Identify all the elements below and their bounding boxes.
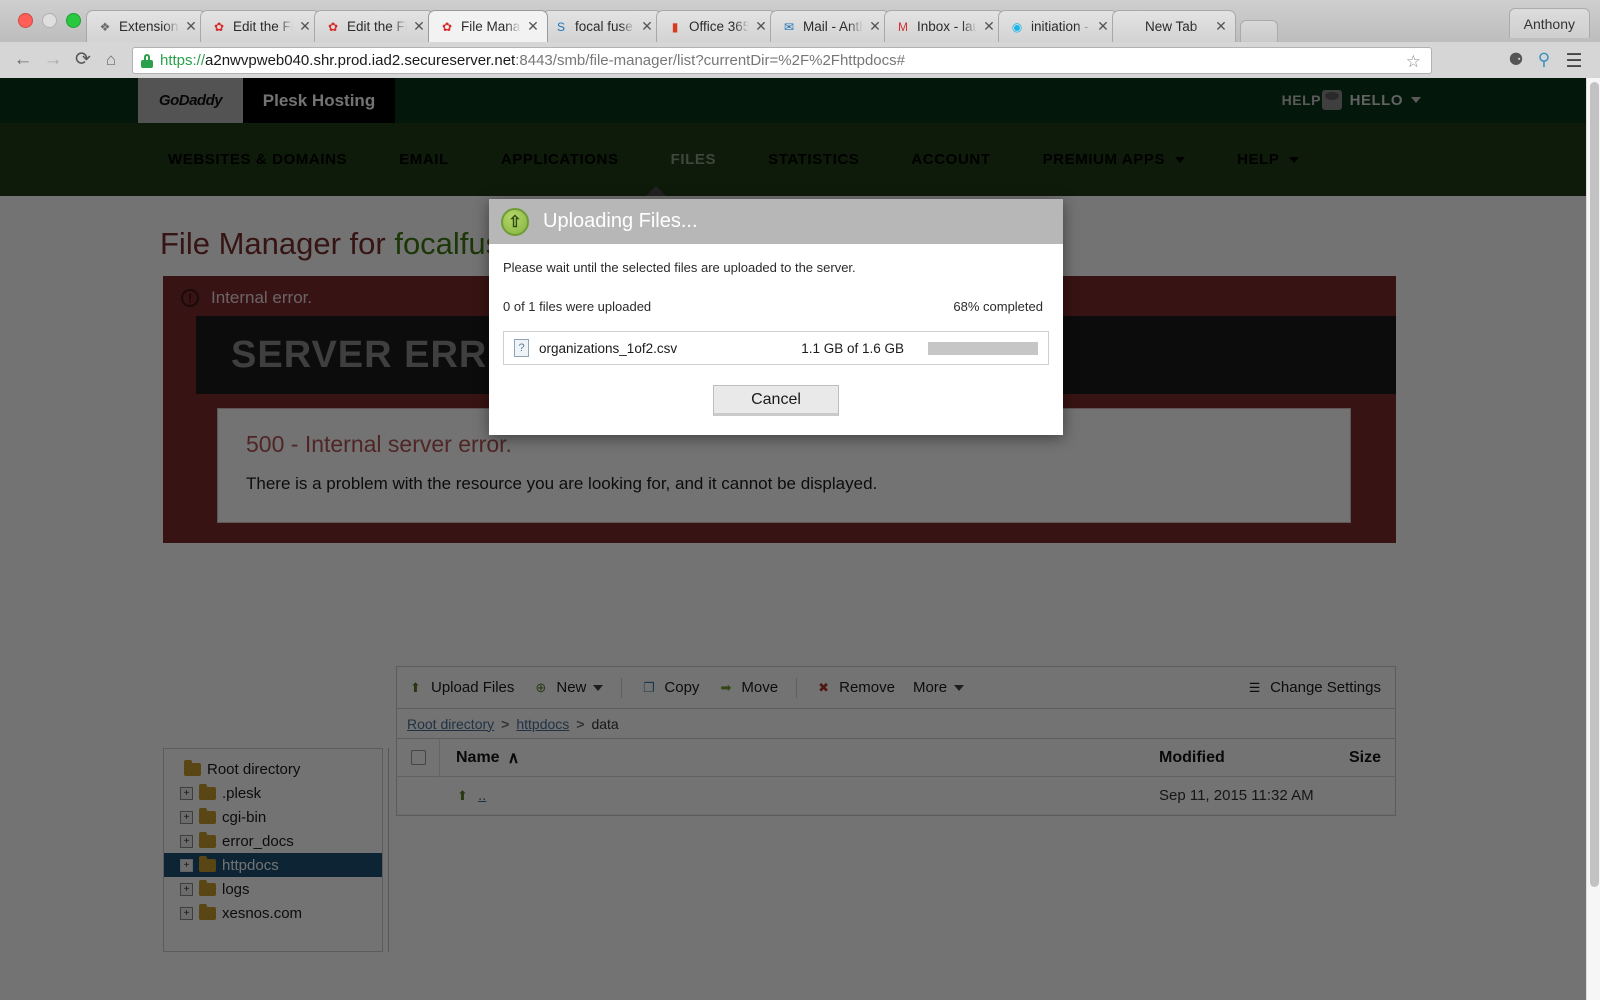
browser-tab-6[interactable]: ✉ Mail - Anthony ✕ <box>770 10 890 42</box>
cancel-button[interactable]: Cancel <box>713 385 839 416</box>
unknown-file-icon: ? <box>514 339 529 357</box>
browser-tab-title: Extensions <box>119 19 179 34</box>
upload-dialog-header: ⇧ Uploading Files... <box>489 199 1063 244</box>
maximize-window-button[interactable] <box>66 13 81 28</box>
browser-tab-title: New Tab <box>1145 19 1198 34</box>
close-tab-icon[interactable]: ✕ <box>1213 18 1229 35</box>
upload-file-name: organizations_1of2.csv <box>539 340 678 356</box>
close-tab-icon[interactable]: ✕ <box>1095 18 1111 35</box>
close-tab-icon[interactable]: ✕ <box>639 18 655 35</box>
extension-icon[interactable]: ⚲ <box>1532 50 1556 70</box>
upload-icon: ⇧ <box>501 207 529 236</box>
upload-dialog: ⇧ Uploading Files... Please wait until t… <box>489 199 1063 435</box>
target-icon: ◉ <box>1011 19 1023 34</box>
close-tab-icon[interactable]: ✕ <box>525 18 541 35</box>
bookmark-star-icon[interactable]: ☆ <box>1406 52 1421 72</box>
url-path: :8443/smb/file-manager/list?currentDir=%… <box>515 52 905 69</box>
browser-tab-5[interactable]: ▮ Office 365 ✕ <box>656 10 776 42</box>
close-tab-icon[interactable]: ✕ <box>183 18 199 35</box>
browser-tab-9[interactable]: New Tab ✕ <box>1112 10 1236 42</box>
upload-file-row: ? organizations_1of2.csv 1.1 GB of 1.6 G… <box>503 331 1049 365</box>
browser-tab-3[interactable]: ✿ File Manager f ✕ <box>428 10 548 42</box>
close-window-button[interactable] <box>18 13 33 28</box>
menu-icon[interactable]: ☰ <box>1562 50 1586 73</box>
close-tab-icon[interactable]: ✕ <box>753 18 769 35</box>
lock-icon <box>141 53 153 68</box>
close-tab-icon[interactable]: ✕ <box>867 18 883 35</box>
close-tab-icon[interactable]: ✕ <box>981 18 997 35</box>
browser-tab-title: Edit the File fo <box>233 19 293 34</box>
puzzle-icon: ❖ <box>99 19 111 34</box>
upload-dialog-title: Uploading Files... <box>543 210 698 232</box>
window-controls[interactable] <box>18 13 81 28</box>
browser-tab-7[interactable]: M Inbox - lauded ✕ <box>884 10 1004 42</box>
reload-button[interactable]: ⟳ <box>72 50 94 72</box>
browser-tab-title: File Manager f <box>461 19 521 34</box>
browser-tab-4[interactable]: Sfocal fuse Tea ✕ <box>542 10 662 42</box>
url-text: https://a2nwvpweb040.shr.prod.iad2.secur… <box>160 52 905 69</box>
sharepoint-icon: S <box>556 19 565 34</box>
browser-tab-title: initiation - defi <box>1031 19 1091 34</box>
address-bar[interactable]: https://a2nwvpweb040.shr.prod.iad2.secur… <box>132 47 1432 74</box>
browser-tab-title: focal fuse Tea <box>575 19 635 34</box>
gmail-icon: M <box>898 19 908 34</box>
plesk-icon: ✿ <box>327 19 339 34</box>
browser-tab-2[interactable]: ✿ Edit the File fo ✕ <box>314 10 434 42</box>
url-host: a2nwvpweb040.shr.prod.iad2.secureserver.… <box>205 52 516 69</box>
profile-chip[interactable]: Anthony <box>1508 8 1590 38</box>
new-tab-button[interactable] <box>1240 20 1278 42</box>
page-scrollbar[interactable] <box>1586 78 1600 1000</box>
browser-tabs: ❖ Extensions ✕ ✿ Edit the File fo ✕ ✿ Edit the … <box>86 10 1278 42</box>
upload-percent-text: 68% completed <box>953 299 1043 314</box>
upload-files-status: 0 of 1 files were uploaded <box>503 299 652 314</box>
forward-button[interactable]: → <box>42 50 64 72</box>
mail-icon: ✉ <box>783 19 795 34</box>
browser-tab-8[interactable]: ◉ initiation - defi ✕ <box>998 10 1118 42</box>
browser-tab-0[interactable]: ❖ Extensions ✕ <box>86 10 206 42</box>
scrollbar-thumb[interactable] <box>1590 82 1599 887</box>
upload-dialog-footer: Cancel <box>503 385 1049 416</box>
blank-icon <box>1123 19 1139 35</box>
plesk-icon: ✿ <box>213 19 225 34</box>
minimize-window-button[interactable] <box>42 13 57 28</box>
profile-name: Anthony <box>1523 15 1575 32</box>
office-icon: ▮ <box>671 19 679 34</box>
browser-chrome: ❖ Extensions ✕ ✿ Edit the File fo ✕ ✿ Edit the … <box>0 0 1600 78</box>
home-button[interactable]: ⌂ <box>100 50 122 72</box>
back-button[interactable]: ← <box>12 50 34 72</box>
browser-tab-title: Inbox - lauded <box>917 19 977 34</box>
upload-file-bytes: 1.1 GB of 1.6 GB <box>801 340 904 356</box>
browser-toolbar: ← → ⟳ ⌂ https://a2nwvpweb040.shr.prod.ia… <box>0 42 1600 78</box>
upload-status-row: 0 of 1 files were uploaded 68% completed <box>503 299 1049 314</box>
close-tab-icon[interactable]: ✕ <box>411 18 427 35</box>
close-tab-icon[interactable]: ✕ <box>297 18 313 35</box>
browser-tab-title: Mail - Anthony <box>803 19 863 34</box>
plesk-icon: ✿ <box>441 19 453 34</box>
upload-wait-text: Please wait until the selected files are… <box>503 260 856 275</box>
person-icon[interactable]: ⚈ <box>1504 50 1528 70</box>
url-scheme: https:// <box>160 52 206 69</box>
tab-strip: ❖ Extensions ✕ ✿ Edit the File fo ✕ ✿ Edit the … <box>0 0 1600 42</box>
browser-tab-title: Office 365 <box>689 19 749 34</box>
upload-progress-bar <box>928 341 1038 355</box>
browser-tab-1[interactable]: ✿ Edit the File fo ✕ <box>200 10 320 42</box>
upload-dialog-body: Please wait until the selected files are… <box>489 244 1063 416</box>
browser-tab-title: Edit the File fo <box>347 19 407 34</box>
